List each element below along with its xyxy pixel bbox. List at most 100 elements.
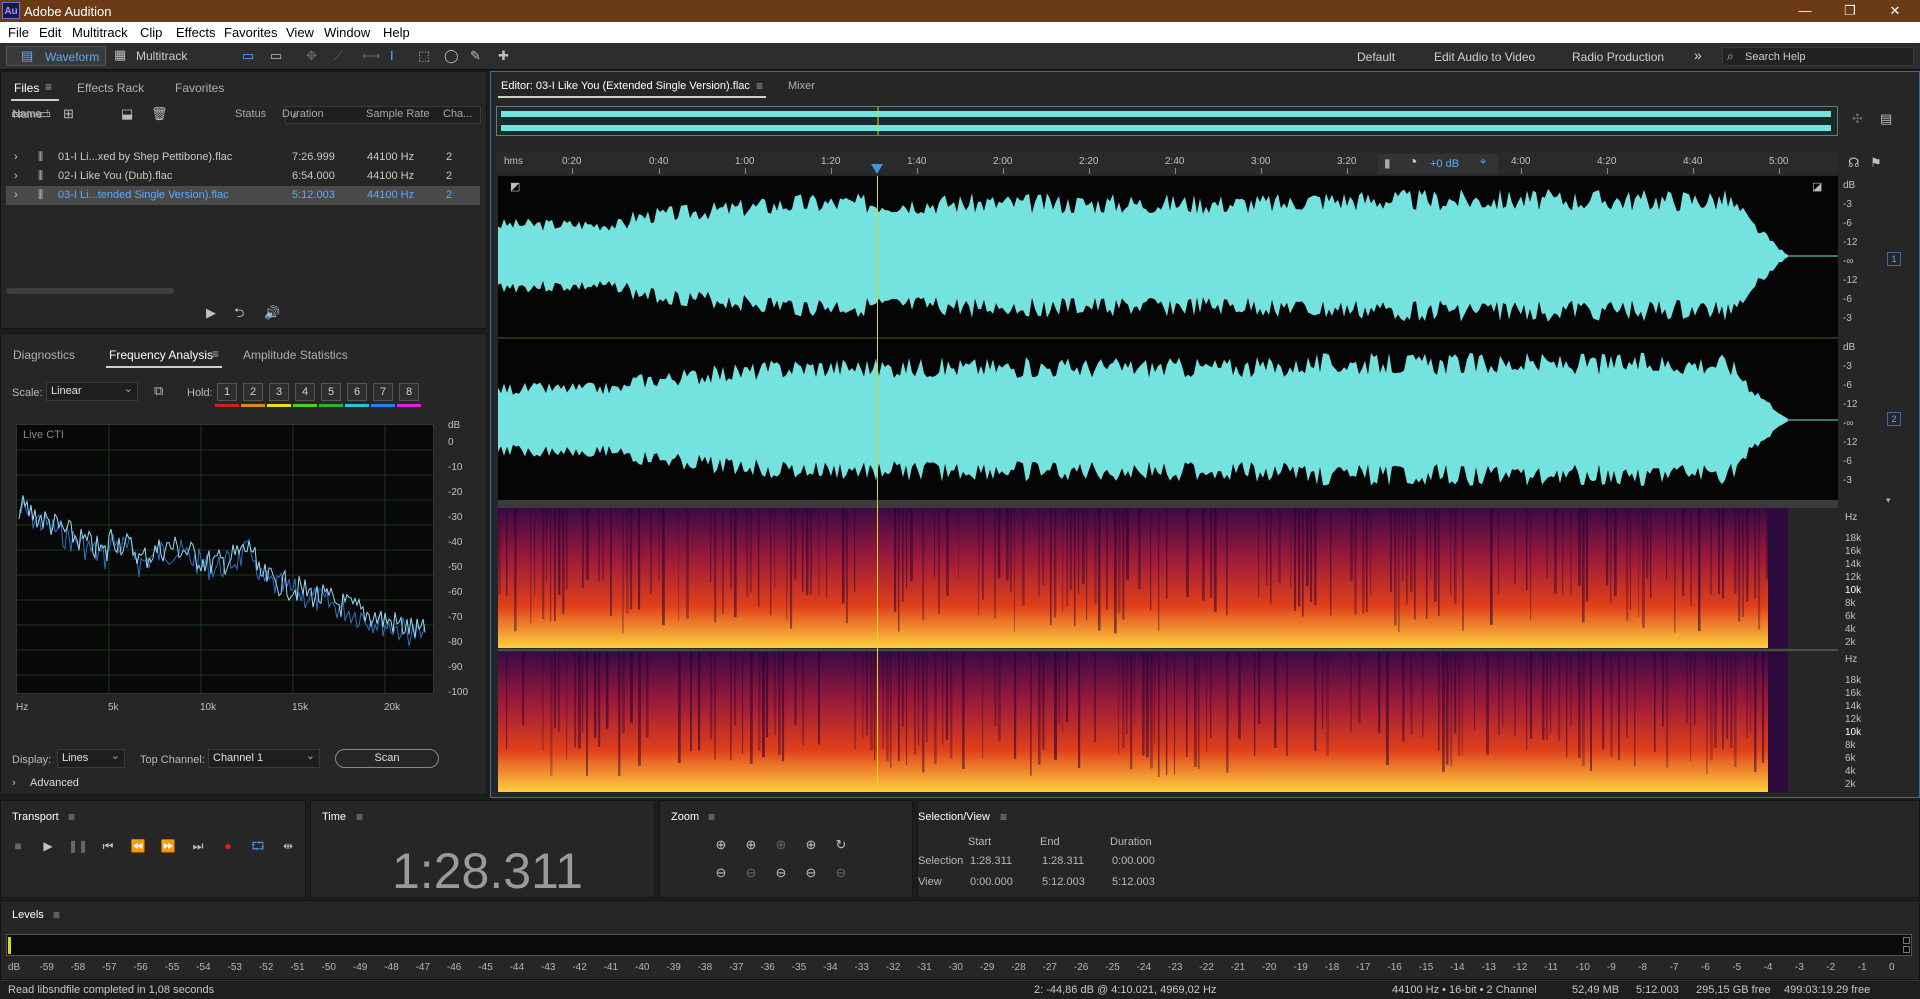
- panel-menu-icon[interactable]: ≡: [53, 908, 60, 922]
- move-tool-icon[interactable]: ✥: [306, 49, 317, 63]
- play-button[interactable]: ▶: [37, 836, 59, 856]
- overview-navigator[interactable]: [496, 106, 1838, 136]
- zoom-to-selection-icon[interactable]: ⊕: [798, 834, 824, 856]
- new-file-icon[interactable]: ⊞: [63, 107, 74, 121]
- menu-view[interactable]: View: [286, 25, 314, 40]
- file-row[interactable]: › ⫼ 02-I Like You (Dub).flac 6:54.000 44…: [6, 167, 480, 186]
- hold-button-3[interactable]: 3: [269, 383, 289, 401]
- time-ruler[interactable]: hms 0:20 0:40 1:00 1:20 1:40 2:00 2:20 2:40 3:00 3…: [496, 152, 1838, 174]
- hold-button-6[interactable]: 6: [347, 383, 367, 401]
- menu-favorites[interactable]: Favorites: [224, 25, 277, 40]
- slip-tool-icon[interactable]: ⟷: [362, 49, 381, 63]
- view-end-value[interactable]: 5:12.003: [1042, 876, 1085, 888]
- tab-diagnostics[interactable]: Diagnostics: [13, 348, 75, 362]
- view-duration-value[interactable]: 5:12.003: [1112, 876, 1155, 888]
- horizontal-scrollbar[interactable]: [6, 288, 174, 294]
- menu-effects[interactable]: Effects: [176, 25, 216, 40]
- file-row[interactable]: › ⫼ 01-I Li...xed by Shep Pettibone).fla…: [6, 148, 480, 167]
- fast-forward-button[interactable]: ⏩: [157, 836, 179, 856]
- hold-button-1[interactable]: 1: [217, 383, 237, 401]
- col-name-header[interactable]: Name: [12, 108, 41, 120]
- tab-files[interactable]: Files: [14, 81, 39, 95]
- workspace-default[interactable]: Default: [1357, 50, 1395, 64]
- col-status[interactable]: Status: [235, 108, 266, 120]
- multitrack-view-button[interactable]: ▦ Multitrack: [112, 46, 192, 66]
- menu-file[interactable]: File: [8, 25, 29, 40]
- hold-button-7[interactable]: 7: [373, 383, 393, 401]
- panel-menu-icon[interactable]: ≡: [356, 810, 363, 824]
- rewind-button[interactable]: ⏪: [127, 836, 149, 856]
- waveform-display[interactable]: [498, 176, 1838, 500]
- playhead[interactable]: [877, 176, 878, 792]
- panel-menu-icon[interactable]: ≡: [45, 80, 52, 94]
- volume-knob-icon[interactable]: ◔: [1408, 154, 1418, 172]
- panel-menu-icon[interactable]: ≡: [212, 347, 219, 361]
- menu-window[interactable]: Window: [324, 25, 370, 40]
- panel-menu-icon[interactable]: ≡: [708, 810, 715, 824]
- hold-button-2[interactable]: 2: [243, 383, 263, 401]
- hold-button-5[interactable]: 5: [321, 383, 341, 401]
- more-workspaces-icon[interactable]: »: [1694, 47, 1702, 63]
- skip-previous-button[interactable]: ⏮: [97, 836, 119, 856]
- delete-icon[interactable]: 🗑: [151, 107, 168, 121]
- waveform-view-button[interactable]: ▤ Waveform: [6, 46, 106, 66]
- panel-menu-icon[interactable]: ≡: [756, 79, 763, 93]
- view-divider[interactable]: [498, 500, 1838, 508]
- play-preview-icon[interactable]: ▶: [206, 306, 216, 320]
- menu-edit[interactable]: Edit: [39, 25, 61, 40]
- close-button[interactable]: ✕: [1875, 2, 1915, 20]
- clip-indicator-left[interactable]: [1903, 937, 1910, 944]
- skip-next-button[interactable]: ⏭: [187, 836, 209, 856]
- zoom-out-time-icon[interactable]: ⊖: [738, 862, 764, 884]
- tab-mixer[interactable]: Mixer: [788, 80, 815, 92]
- tab-frequency-analysis[interactable]: Frequency Analysis: [109, 348, 213, 362]
- menu-clip[interactable]: Clip: [140, 25, 162, 40]
- expand-icon[interactable]: ›: [14, 151, 18, 163]
- scan-button[interactable]: Scan: [335, 749, 439, 768]
- zoom-to-selection-icon[interactable]: ✣: [1852, 112, 1863, 126]
- clip-indicator-right[interactable]: [1903, 946, 1910, 953]
- skip-selection-button[interactable]: ⇹: [277, 836, 299, 856]
- file-row-selected[interactable]: › ⫼ 03-I Li...tended Single Version).fla…: [6, 186, 480, 205]
- hud-db-value[interactable]: +0 dB: [1430, 158, 1459, 170]
- col-sample-rate[interactable]: Sample Rate: [366, 108, 430, 120]
- spectral-display-icon[interactable]: ▭: [270, 49, 282, 63]
- loop-button[interactable]: ⮔: [247, 836, 269, 856]
- zoom-in-point-icon[interactable]: ⊕: [768, 834, 794, 856]
- tab-amplitude-statistics[interactable]: Amplitude Statistics: [243, 348, 348, 362]
- headphones-icon[interactable]: ☊: [1848, 156, 1860, 170]
- waveform-display-icon[interactable]: ▭: [242, 49, 254, 63]
- col-channels[interactable]: Cha...: [443, 108, 472, 120]
- workspace-radio-production[interactable]: Radio Production: [1572, 50, 1664, 64]
- selection-start-value[interactable]: 1:28.311: [970, 855, 1012, 867]
- advanced-options-icon[interactable]: ⧉: [154, 384, 163, 398]
- insert-multitrack-icon[interactable]: ⬓: [121, 107, 133, 121]
- record-button[interactable]: ●: [217, 836, 239, 856]
- tab-favorites[interactable]: Favorites: [175, 81, 224, 95]
- fade-out-icon[interactable]: ◪: [1812, 180, 1822, 194]
- zoom-reset-icon[interactable]: ↻: [828, 834, 854, 856]
- search-help-field[interactable]: ⌕ Search Help: [1722, 47, 1914, 66]
- hold-button-8[interactable]: 8: [399, 383, 419, 401]
- razor-tool-icon[interactable]: ⟋: [334, 49, 343, 63]
- fade-in-icon[interactable]: ◩: [510, 180, 520, 194]
- panel-menu-icon[interactable]: ≡: [68, 810, 75, 824]
- marker-icon[interactable]: ⚑: [1870, 156, 1882, 170]
- loop-preview-icon[interactable]: ⮌: [234, 306, 244, 320]
- spectral-display[interactable]: [498, 508, 1838, 792]
- hold-button-4[interactable]: 4: [295, 383, 315, 401]
- channel-1-toggle[interactable]: 1: [1887, 252, 1901, 266]
- tab-effects-rack[interactable]: Effects Rack: [77, 81, 144, 95]
- pin-hud-icon[interactable]: ⌖: [1480, 156, 1486, 169]
- selection-end-value[interactable]: 1:28.311: [1042, 855, 1084, 867]
- channel-2-toggle[interactable]: 2: [1887, 412, 1901, 426]
- zoom-selection-in-icon[interactable]: ⊖: [768, 862, 794, 884]
- time-selection-tool-icon[interactable]: Ι: [390, 49, 394, 63]
- col-duration[interactable]: Duration: [282, 108, 324, 120]
- stop-button[interactable]: ■: [7, 836, 29, 856]
- playhead-handle[interactable]: [871, 164, 883, 174]
- top-channel-dropdown[interactable]: Channel 1: [208, 749, 320, 768]
- autoplay-icon[interactable]: 🔊: [264, 306, 280, 320]
- editor-options-icon[interactable]: ▤: [1880, 112, 1892, 126]
- brush-tool-icon[interactable]: ✎: [470, 49, 481, 63]
